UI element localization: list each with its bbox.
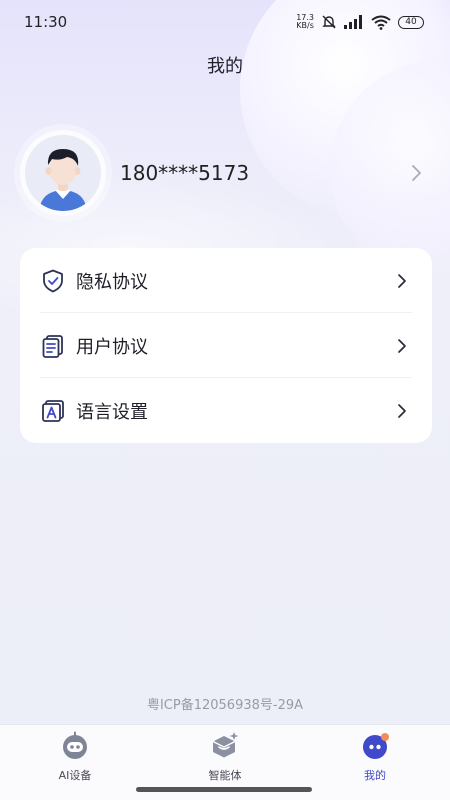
agent-box-icon xyxy=(212,732,239,758)
network-speed-unit: KB/s xyxy=(296,21,314,30)
mute-bell-icon xyxy=(322,15,336,29)
chevron-right-icon xyxy=(398,273,406,288)
page-title: 我的 xyxy=(207,56,243,77)
chevron-right-icon[interactable] xyxy=(406,163,426,183)
status-bar: 11:30 17.3 KB/s 40 xyxy=(0,0,450,44)
profile-face-icon xyxy=(363,733,389,759)
phone-number: 180****5173 xyxy=(120,161,250,185)
tab-mine[interactable]: 我的 xyxy=(320,731,430,785)
menu-item-label: 语言设置 xyxy=(76,401,148,423)
menu-item-label: 用户协议 xyxy=(76,336,148,358)
document-icon xyxy=(42,334,63,358)
avatar[interactable] xyxy=(20,130,106,216)
tab-ai-devices[interactable]: AI设备 xyxy=(20,731,130,785)
menu-item-language-settings[interactable]: 语言设置 xyxy=(20,378,432,443)
chevron-right-icon xyxy=(398,403,406,418)
menu-item-label: 隐私协议 xyxy=(76,271,148,293)
tab-label: 智能体 xyxy=(208,769,242,782)
signal-icon xyxy=(344,15,362,29)
chevron-right-icon xyxy=(398,338,406,353)
wifi-icon xyxy=(371,15,391,30)
icp-license-text[interactable]: 粤ICP备12056938号-29A xyxy=(0,694,450,713)
tab-label: 我的 xyxy=(364,769,386,782)
profile-row[interactable]: 180****5173 xyxy=(20,128,430,218)
tab-label: AI设备 xyxy=(58,769,92,782)
network-speed: 17.3 KB/s xyxy=(296,14,314,30)
language-icon xyxy=(42,399,64,422)
tab-agents[interactable]: 智能体 xyxy=(170,731,280,785)
battery-indicator: 40 xyxy=(398,15,424,29)
avatar-icon xyxy=(25,135,101,211)
shield-check-icon xyxy=(43,269,63,292)
status-icons: 17.3 KB/s 40 xyxy=(296,14,424,30)
robot-icon xyxy=(63,731,87,759)
settings-card: 隐私协议 用户协议 语言设置 xyxy=(20,248,432,443)
home-indicator[interactable] xyxy=(136,787,312,792)
menu-item-user-agreement[interactable]: 用户协议 xyxy=(20,313,432,378)
status-time: 11:30 xyxy=(24,13,68,31)
menu-item-privacy-policy[interactable]: 隐私协议 xyxy=(20,248,432,313)
